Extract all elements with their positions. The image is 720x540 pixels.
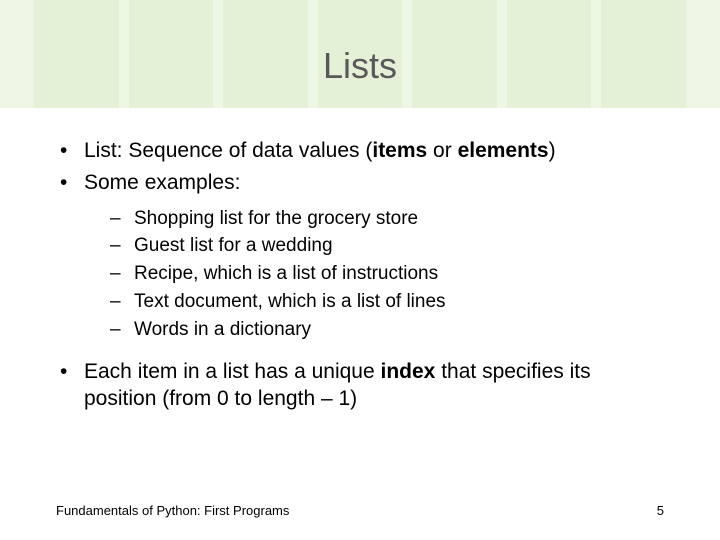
bullet-icon: • bbox=[56, 138, 84, 164]
sub-bullet-item: – Recipe, which is a list of instruction… bbox=[110, 262, 664, 286]
dash-icon: – bbox=[110, 290, 134, 314]
bullet-item: • Each item in a list has a unique index… bbox=[56, 359, 664, 412]
text-bold: index bbox=[381, 360, 436, 383]
dash-icon: – bbox=[110, 262, 134, 286]
bullet-item: • List: Sequence of data values (items o… bbox=[56, 138, 664, 164]
sub-bullet-text: Guest list for a wedding bbox=[134, 234, 333, 258]
sub-bullet-item: – Text document, which is a list of line… bbox=[110, 290, 664, 314]
bullet-text: Some examples: bbox=[84, 170, 664, 196]
bullet-text: Each item in a list has a unique index t… bbox=[84, 359, 664, 412]
sub-bullet-item: – Words in a dictionary bbox=[110, 318, 664, 342]
dash-icon: – bbox=[110, 234, 134, 258]
sub-bullet-text: Recipe, which is a list of instructions bbox=[134, 262, 438, 286]
sub-bullet-item: – Guest list for a wedding bbox=[110, 234, 664, 258]
text-span: or bbox=[427, 139, 457, 162]
text-span: List: Sequence of data values ( bbox=[84, 139, 372, 162]
bullet-text: List: Sequence of data values (items or … bbox=[84, 138, 664, 164]
text-bold: elements bbox=[458, 139, 549, 162]
text-bold: items bbox=[372, 139, 427, 162]
dash-icon: – bbox=[110, 318, 134, 342]
page-number: 5 bbox=[657, 503, 664, 518]
slide-footer: Fundamentals of Python: First Programs 5 bbox=[56, 503, 664, 518]
sub-bullet-group: – Shopping list for the grocery store – … bbox=[110, 207, 664, 342]
dash-icon: – bbox=[110, 207, 134, 231]
sub-bullet-item: – Shopping list for the grocery store bbox=[110, 207, 664, 231]
slide-content: • List: Sequence of data values (items o… bbox=[0, 108, 720, 428]
sub-bullet-text: Words in a dictionary bbox=[134, 318, 311, 342]
bullet-icon: • bbox=[56, 170, 84, 196]
sub-bullet-text: Shopping list for the grocery store bbox=[134, 207, 418, 231]
slide-title: Lists bbox=[323, 45, 397, 87]
text-span: Each item in a list has a unique bbox=[84, 360, 381, 383]
sub-bullet-text: Text document, which is a list of lines bbox=[134, 290, 446, 314]
bullet-item: • Some examples: bbox=[56, 170, 664, 196]
footer-left-text: Fundamentals of Python: First Programs bbox=[56, 503, 289, 518]
title-header: Lists bbox=[0, 0, 720, 108]
bullet-icon: • bbox=[56, 359, 84, 385]
text-span: ) bbox=[549, 139, 556, 162]
